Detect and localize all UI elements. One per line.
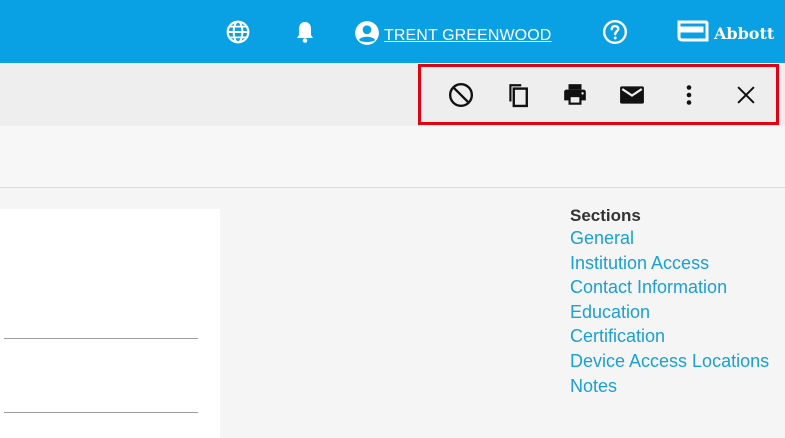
- abbott-logo: Abbott: [676, 19, 774, 48]
- section-link-general[interactable]: General: [570, 226, 775, 251]
- block-icon[interactable]: [448, 82, 474, 108]
- input-underline[interactable]: [4, 412, 198, 413]
- top-header-bar: TRENT GREENWOOD Abbott: [0, 0, 785, 63]
- input-underline[interactable]: [4, 338, 198, 339]
- more-vert-icon[interactable]: [676, 82, 702, 108]
- help-circle-icon[interactable]: [602, 19, 628, 45]
- bell-icon[interactable]: [292, 19, 318, 45]
- form-card: [0, 209, 220, 438]
- user-circle-icon: [354, 20, 380, 51]
- section-link-device-access-locations[interactable]: Device Access Locations: [570, 349, 775, 374]
- copy-icon[interactable]: [505, 82, 531, 108]
- section-link-contact-information[interactable]: Contact Information: [570, 275, 775, 300]
- section-link-certification[interactable]: Certification: [570, 324, 775, 349]
- user-menu[interactable]: TRENT GREENWOOD: [354, 20, 551, 51]
- sub-header-bar: [0, 126, 785, 188]
- print-icon[interactable]: [562, 82, 588, 108]
- abbott-logo-mark-icon: [676, 19, 710, 48]
- sections-nav: Sections General Institution Access Cont…: [570, 205, 785, 398]
- action-toolbar: [0, 63, 785, 126]
- sections-title: Sections: [570, 206, 641, 225]
- section-link-institution-access[interactable]: Institution Access: [570, 251, 775, 276]
- user-name-link[interactable]: TRENT GREENWOOD: [384, 27, 551, 45]
- email-icon[interactable]: [619, 82, 645, 108]
- logo-text: Abbott: [714, 24, 775, 43]
- globe-icon[interactable]: [225, 19, 251, 45]
- section-link-education[interactable]: Education: [570, 300, 775, 325]
- section-link-notes[interactable]: Notes: [570, 374, 775, 399]
- close-icon[interactable]: [733, 82, 759, 108]
